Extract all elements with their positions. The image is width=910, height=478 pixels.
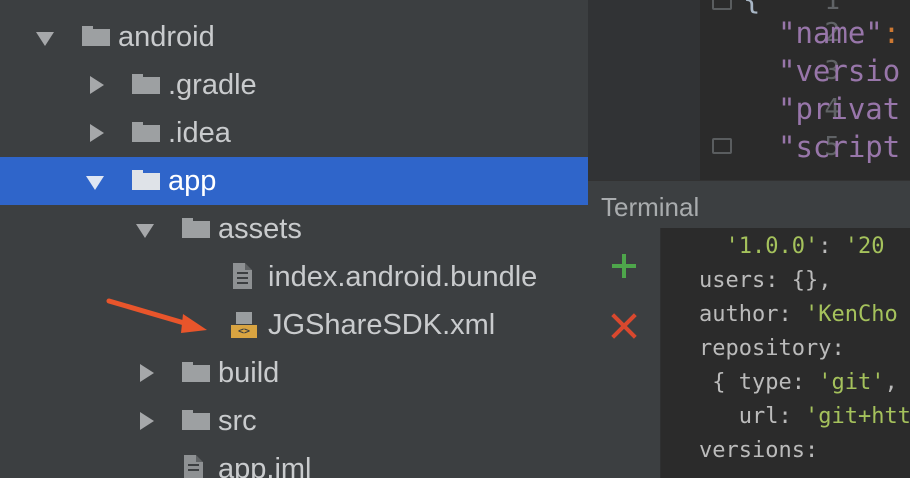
tree-item-label: android (118, 21, 215, 53)
terminal-line: { type: 'git', (699, 370, 898, 395)
tree-item-label: build (218, 357, 280, 389)
file-icon (184, 455, 206, 478)
terminal-line: url: 'git+htt (699, 404, 910, 429)
tree-item-label: app (168, 165, 217, 197)
code-line: "versio (778, 54, 901, 88)
folder-icon (132, 74, 160, 94)
tree-item-index-bundle[interactable]: index.android.bundle (0, 253, 588, 301)
chevron-right-icon[interactable] (90, 124, 104, 142)
code-editor[interactable]: 1 2 3 4 5 { "name": "versio "privat "scr… (588, 0, 910, 180)
terminal-line: author: 'KenCho (699, 302, 898, 327)
code-line: "script (778, 130, 901, 164)
fold-marker-icon[interactable] (712, 0, 732, 10)
tree-item-label: .gradle (168, 69, 257, 101)
tree-item-label: app.iml (218, 453, 312, 478)
tree-item-label: src (218, 405, 257, 437)
folder-icon (182, 410, 210, 430)
terminal-output[interactable]: '1.0.0': '20 users: {}, author: 'KenCho … (661, 228, 910, 478)
terminal-header[interactable]: Terminal (588, 180, 910, 228)
code-line: "privat (778, 92, 901, 126)
folder-icon (182, 218, 210, 238)
chevron-down-icon[interactable] (86, 176, 104, 190)
tree-item-gradle[interactable]: .gradle (0, 61, 588, 109)
tree-item-app[interactable]: app (0, 157, 588, 205)
tree-item-label: .idea (168, 117, 231, 149)
tree-item-src[interactable]: src (0, 397, 588, 445)
terminal-line: versions: (699, 438, 819, 463)
file-icon (233, 263, 255, 290)
chevron-right-icon[interactable] (90, 76, 104, 94)
folder-icon (82, 26, 110, 46)
tree-item-app-iml[interactable]: app.iml (0, 445, 588, 478)
terminal-line: '1.0.0': '20 (725, 234, 885, 259)
chevron-down-icon[interactable] (136, 224, 154, 238)
project-tree: android .gradle .idea app assets index.a… (0, 0, 588, 478)
terminal-line: repository: (699, 336, 845, 361)
plus-icon[interactable] (612, 254, 636, 278)
tree-item-jgsharesdk-xml[interactable]: <> JGShareSDK.xml (0, 301, 588, 349)
chevron-right-icon[interactable] (140, 412, 154, 430)
code-line: "name": (778, 16, 901, 50)
folder-icon (132, 122, 160, 142)
terminal-title: Terminal (601, 192, 700, 222)
tree-item-label: JGShareSDK.xml (268, 309, 496, 341)
xml-file-icon: <> (231, 312, 257, 338)
tree-item-label: assets (218, 213, 302, 245)
chevron-down-icon[interactable] (36, 32, 54, 46)
tree-item-build[interactable]: build (0, 349, 588, 397)
close-icon[interactable] (610, 312, 638, 340)
folder-icon (182, 362, 210, 382)
fold-marker-icon[interactable] (712, 138, 732, 154)
terminal-toolbar (588, 228, 661, 478)
code-brace: { (743, 0, 760, 16)
chevron-right-icon[interactable] (140, 364, 154, 382)
folder-icon (132, 170, 160, 190)
tree-item-android[interactable]: android (0, 13, 588, 61)
tree-item-label: index.android.bundle (268, 261, 538, 293)
tree-item-idea[interactable]: .idea (0, 109, 588, 157)
terminal-line: users: {}, (699, 268, 832, 293)
annotation-arrow-icon (106, 298, 207, 333)
editor-gutter (588, 0, 700, 180)
tree-item-assets[interactable]: assets (0, 205, 588, 253)
